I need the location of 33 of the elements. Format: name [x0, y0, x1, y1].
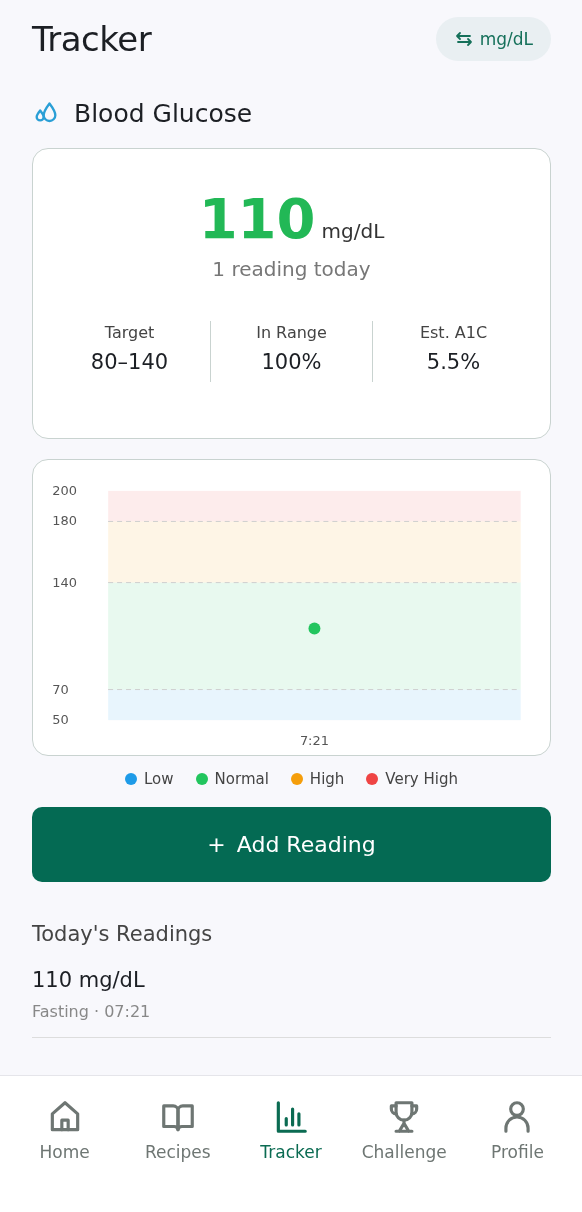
stat-label: Target: [103, 323, 156, 342]
section-title: Blood Glucose: [74, 99, 253, 128]
nav-tab[interactable]: Home: [8, 1098, 122, 1162]
section-title: Today's Readings: [32, 922, 214, 946]
legend-label: Very High: [385, 770, 458, 788]
y-axis-label: 70: [52, 681, 69, 697]
reading-detail: Fasting · 07:21: [32, 1002, 152, 1021]
y-axis-label: 50: [52, 712, 69, 728]
y-axis-label: 140: [52, 574, 77, 590]
legend-label: Normal: [214, 770, 269, 788]
stat-label: In Range: [255, 323, 328, 342]
stat-label: Est. A1C: [418, 323, 489, 342]
nav-tab[interactable]: Challenge: [347, 1098, 461, 1162]
glucose-value: 110: [198, 187, 316, 251]
stat-value: 100%: [260, 350, 323, 374]
swap-icon: [453, 29, 474, 49]
data-point: [308, 622, 321, 635]
legend-label: Low: [144, 770, 174, 788]
reading-value: 110 mg/dL: [32, 968, 146, 992]
nav-tab[interactable]: Recipes: [121, 1098, 235, 1162]
add-reading-button[interactable]: + Add Reading: [32, 807, 551, 882]
x-axis-label: 7:21: [299, 733, 329, 749]
nav-tab[interactable]: Profile: [460, 1098, 574, 1162]
y-axis-label: 180: [52, 513, 77, 529]
page-title: Tracker: [32, 19, 152, 59]
stat-value: 80–140: [89, 350, 170, 374]
nav-tab[interactable]: Tracker: [234, 1098, 348, 1162]
glucose-unit: mg/dL: [321, 219, 385, 243]
reading-count: 1 reading today: [212, 257, 371, 281]
unit-toggle-button[interactable]: mg/dL: [435, 17, 551, 61]
y-axis-label: 200: [52, 482, 77, 498]
stat-value: 5.5%: [425, 350, 482, 374]
legend-label: High: [309, 770, 345, 788]
